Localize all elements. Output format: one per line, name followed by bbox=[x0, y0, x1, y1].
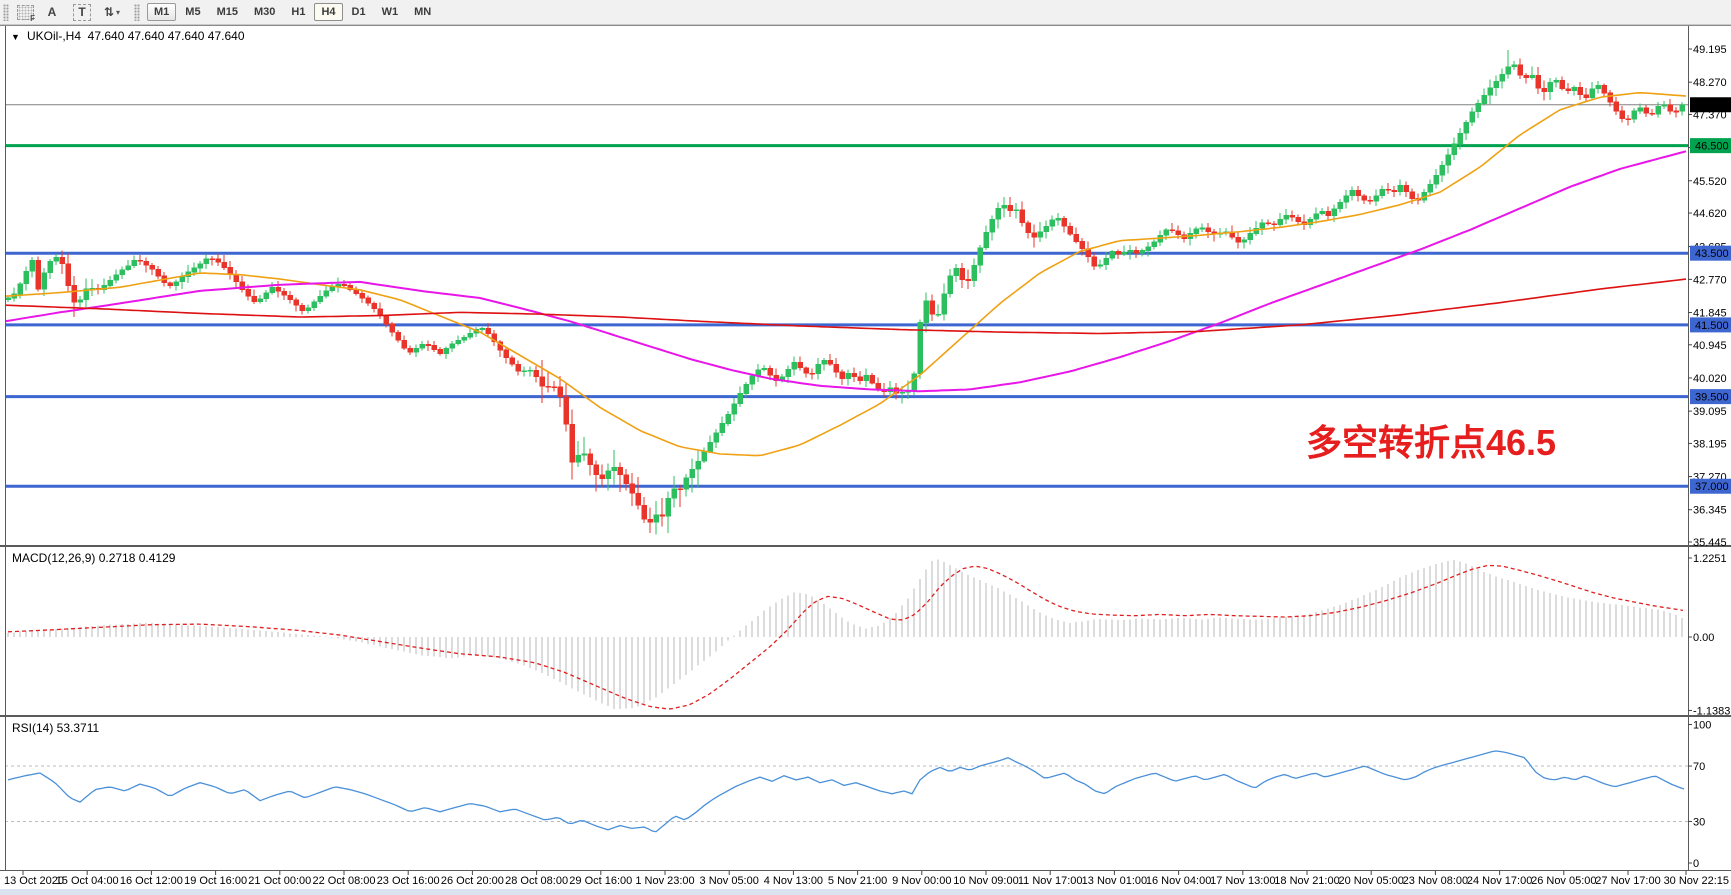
svg-text:100: 100 bbox=[1693, 720, 1711, 732]
svg-text:45.520: 45.520 bbox=[1693, 176, 1727, 188]
svg-text:3 Nov 05:00: 3 Nov 05:00 bbox=[700, 875, 759, 887]
svg-text:29 Oct 16:00: 29 Oct 16:00 bbox=[569, 875, 632, 887]
mt4-chart-window: F A T ⇅▾ M1M5M15M30H1H4D1W1MN 49.19548.2… bbox=[0, 0, 1731, 895]
label-tool-icon[interactable]: A bbox=[42, 3, 62, 22]
svg-text:44.620: 44.620 bbox=[1693, 208, 1727, 220]
svg-text:20 Nov 05:00: 20 Nov 05:00 bbox=[1338, 875, 1403, 887]
timeframe-button-m1[interactable]: M1 bbox=[147, 3, 176, 21]
timeframe-button-h4[interactable]: H4 bbox=[314, 3, 342, 21]
svg-text:38.195: 38.195 bbox=[1693, 438, 1727, 450]
toolbar: F A T ⇅▾ M1M5M15M30H1H4D1W1MN bbox=[0, 0, 1731, 25]
svg-text:47.640: 47.640 bbox=[1695, 100, 1729, 112]
svg-text:43.500: 43.500 bbox=[1695, 248, 1729, 260]
timeframe-button-h1[interactable]: H1 bbox=[284, 3, 312, 21]
text-tool-icon[interactable]: T bbox=[72, 3, 92, 22]
macd-indicator-label: MACD(12,26,9) 0.2718 0.4129 bbox=[12, 551, 176, 565]
time-axis-labels: 13 Oct 202015 Oct 04:0016 Oct 12:0019 Oc… bbox=[4, 871, 1729, 887]
svg-text:21 Oct 00:00: 21 Oct 00:00 bbox=[248, 875, 311, 887]
moving-averages-layer bbox=[6, 93, 1686, 456]
svg-text:4 Nov 13:00: 4 Nov 13:00 bbox=[764, 875, 823, 887]
macd-pane-layer bbox=[8, 560, 1683, 709]
dropdown-caret-icon[interactable]: ▾ bbox=[116, 8, 120, 17]
timeframe-button-group: M1M5M15M30H1H4D1W1MN bbox=[146, 3, 439, 21]
svg-text:40.020: 40.020 bbox=[1693, 373, 1727, 385]
svg-text:10 Nov 09:00: 10 Nov 09:00 bbox=[953, 875, 1018, 887]
svg-text:1.2251: 1.2251 bbox=[1693, 553, 1727, 565]
frame-f-icon[interactable]: F bbox=[17, 3, 38, 22]
svg-text:36.345: 36.345 bbox=[1693, 505, 1727, 517]
svg-text:22 Oct 08:00: 22 Oct 08:00 bbox=[313, 875, 376, 887]
price-axis-labels: 49.19548.27047.37046.44545.52044.62043.6… bbox=[1688, 44, 1731, 870]
svg-text:23 Nov 08:00: 23 Nov 08:00 bbox=[1403, 875, 1468, 887]
svg-text:39.095: 39.095 bbox=[1693, 406, 1727, 418]
svg-text:39.500: 39.500 bbox=[1695, 392, 1729, 404]
svg-text:46.500: 46.500 bbox=[1695, 141, 1729, 153]
svg-text:19 Oct 16:00: 19 Oct 16:00 bbox=[184, 875, 247, 887]
chart-menu-caret-icon[interactable]: ▼ bbox=[11, 32, 20, 42]
svg-text:28 Oct 08:00: 28 Oct 08:00 bbox=[505, 875, 568, 887]
rsi-value-line bbox=[8, 751, 1684, 832]
svg-text:70: 70 bbox=[1693, 761, 1705, 773]
text-annotation[interactable]: 多空转折点46.5 bbox=[1306, 422, 1556, 463]
svg-text:35.445: 35.445 bbox=[1693, 537, 1727, 549]
svg-text:37.000: 37.000 bbox=[1695, 481, 1729, 493]
svg-text:0.00: 0.00 bbox=[1693, 632, 1714, 644]
arrow-styles-icon[interactable]: ⇅▾ bbox=[102, 3, 122, 22]
statusbar-strip bbox=[0, 889, 1731, 895]
timeframe-button-d1[interactable]: D1 bbox=[345, 3, 373, 21]
timeframe-button-m15[interactable]: M15 bbox=[210, 3, 245, 21]
timeframe-button-w1[interactable]: W1 bbox=[375, 3, 406, 21]
chart-title: UKOil-,H4 47.640 47.640 47.640 47.640 bbox=[27, 29, 245, 43]
svg-text:30: 30 bbox=[1693, 816, 1705, 828]
svg-text:41.500: 41.500 bbox=[1695, 320, 1729, 332]
svg-text:23 Oct 16:00: 23 Oct 16:00 bbox=[377, 875, 440, 887]
svg-text:9 Nov 00:00: 9 Nov 00:00 bbox=[892, 875, 951, 887]
chart-canvas[interactable]: 49.19548.27047.37046.44545.52044.62043.6… bbox=[0, 0, 1731, 895]
svg-text:0: 0 bbox=[1693, 858, 1699, 870]
toolbar-grip-2[interactable] bbox=[134, 4, 140, 21]
svg-text:30 Nov 22:15: 30 Nov 22:15 bbox=[1664, 875, 1729, 887]
svg-text:48.270: 48.270 bbox=[1693, 77, 1727, 89]
rsi-pane-layer bbox=[5, 751, 1688, 832]
svg-text:26 Oct 20:00: 26 Oct 20:00 bbox=[441, 875, 504, 887]
rsi-indicator-label: RSI(14) 53.3711 bbox=[12, 721, 99, 735]
svg-text:16 Nov 04:00: 16 Nov 04:00 bbox=[1146, 875, 1211, 887]
svg-text:17 Nov 13:00: 17 Nov 13:00 bbox=[1210, 875, 1275, 887]
svg-text:15 Oct 04:00: 15 Oct 04:00 bbox=[56, 875, 119, 887]
svg-text:27 Nov 17:00: 27 Nov 17:00 bbox=[1595, 875, 1660, 887]
timeframe-button-m30[interactable]: M30 bbox=[247, 3, 282, 21]
ma-fast-line bbox=[6, 93, 1686, 456]
macd-signal-line bbox=[8, 565, 1683, 709]
svg-text:11 Nov 17:00: 11 Nov 17:00 bbox=[1018, 875, 1083, 887]
timeframe-button-mn[interactable]: MN bbox=[407, 3, 438, 21]
svg-text:49.195: 49.195 bbox=[1693, 44, 1727, 56]
svg-text:18 Nov 21:00: 18 Nov 21:00 bbox=[1274, 875, 1339, 887]
timeframe-button-m5[interactable]: M5 bbox=[178, 3, 207, 21]
ma-mid-line bbox=[6, 151, 1686, 391]
svg-text:42.770: 42.770 bbox=[1693, 274, 1727, 286]
svg-text:-1.1383: -1.1383 bbox=[1693, 705, 1730, 717]
svg-text:1 Nov 23:00: 1 Nov 23:00 bbox=[635, 875, 694, 887]
svg-text:24 Nov 17:00: 24 Nov 17:00 bbox=[1467, 875, 1532, 887]
svg-text:26 Nov 05:00: 26 Nov 05:00 bbox=[1531, 875, 1596, 887]
svg-text:40.945: 40.945 bbox=[1693, 340, 1727, 352]
toolbar-grip[interactable] bbox=[3, 4, 9, 21]
svg-text:16 Oct 12:00: 16 Oct 12:00 bbox=[120, 875, 183, 887]
svg-text:13 Nov 01:00: 13 Nov 01:00 bbox=[1082, 875, 1147, 887]
svg-text:5 Nov 21:00: 5 Nov 21:00 bbox=[828, 875, 887, 887]
